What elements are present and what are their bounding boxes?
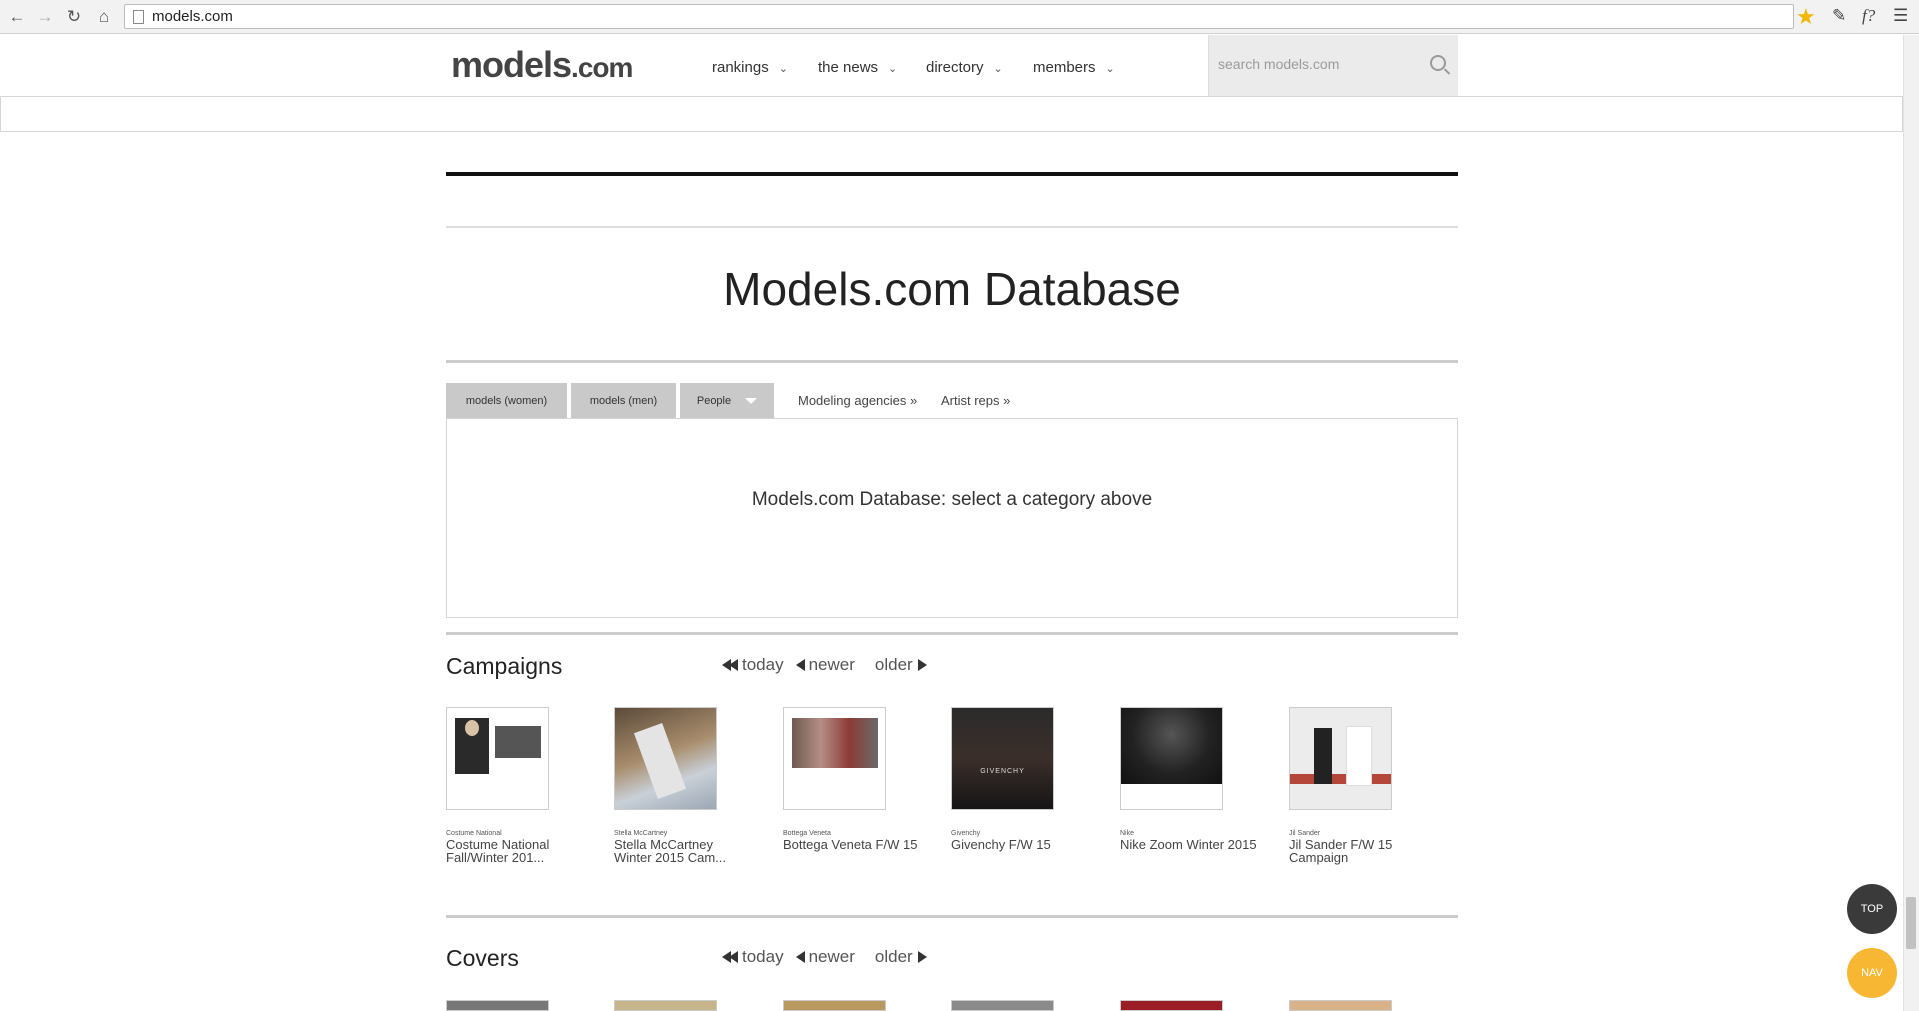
campaign-thumbnail[interactable] (1120, 707, 1223, 810)
pager-newer[interactable]: newer (795, 947, 855, 967)
covers-heading: Covers (446, 945, 519, 971)
campaign-title[interactable]: Costume National Fall/Winter 201... (446, 838, 586, 864)
campaign-brand: Nike (1120, 830, 1135, 837)
scrollbar-thumb[interactable] (1906, 897, 1916, 949)
pager-older[interactable]: older (875, 655, 927, 675)
home-icon[interactable]: ⌂ (93, 6, 115, 28)
menu-members[interactable]: members ⌄ (1033, 59, 1115, 76)
pager-older[interactable]: older (875, 947, 927, 967)
campaign-card[interactable]: Costume National Costume National Fall/W… (446, 707, 586, 864)
browser-toolbar: ← → ↻ ⌂ models.com ★ ✎ f? ☰ (0, 0, 1919, 34)
campaign-title[interactable]: Bottega Veneta F/W 15 (783, 838, 923, 851)
campaign-card[interactable]: GIVENCHY Givenchy Givenchy F/W 15 (951, 707, 1091, 851)
extension-icon[interactable]: ✎ (1832, 6, 1846, 26)
campaign-card[interactable]: Stella McCartney Stella McCartney Winter… (614, 707, 754, 864)
site-logo[interactable]: models.com (451, 44, 633, 86)
cover-thumbnail[interactable] (614, 1000, 717, 1011)
page-title: Models.com Database (723, 263, 1181, 315)
campaign-title[interactable]: Nike Zoom Winter 2015 (1120, 838, 1260, 851)
arrow-right-icon (917, 951, 927, 963)
search-input[interactable]: search models.com (1208, 35, 1458, 96)
chevron-down-icon: ⌄ (888, 63, 898, 75)
campaign-thumbnail[interactable] (1289, 707, 1392, 810)
divider (446, 632, 1458, 635)
campaign-brand: Givenchy (951, 830, 981, 837)
database-panel: Models.com Database: select a category a… (446, 418, 1458, 618)
campaign-title[interactable]: Jil Sander F/W 15 Campaign (1289, 838, 1429, 864)
nav-button[interactable]: NAV (1847, 948, 1897, 998)
link-artist-reps[interactable]: Artist reps » (941, 393, 1010, 408)
campaign-card[interactable]: Bottega Veneta Bottega Veneta F/W 15 (783, 707, 923, 851)
campaign-thumbnail[interactable] (446, 707, 549, 810)
campaign-card[interactable]: Nike Nike Zoom Winter 2015 (1120, 707, 1260, 851)
campaign-thumbnail[interactable] (783, 707, 886, 810)
campaign-brand: Bottega Veneta (783, 830, 831, 837)
campaign-brand: Jil Sander (1289, 830, 1321, 837)
menu-the-news[interactable]: the news ⌄ (818, 59, 897, 76)
divider (446, 226, 1458, 228)
cover-thumbnail[interactable] (783, 1000, 886, 1011)
menu-rankings[interactable]: rankings ⌄ (712, 59, 788, 76)
chevron-down-icon: ⌄ (1105, 63, 1115, 75)
campaign-thumbnail[interactable] (614, 707, 717, 810)
campaign-card[interactable]: Jil Sander Jil Sander F/W 15 Campaign (1289, 707, 1429, 864)
arrow-left-icon (795, 659, 805, 671)
back-to-top-button[interactable]: TOP (1847, 884, 1897, 934)
tab-people[interactable]: People (680, 383, 774, 419)
arrow-left-icon (795, 951, 805, 963)
cover-thumbnail[interactable] (951, 1000, 1054, 1011)
pager-newer[interactable]: newer (795, 655, 855, 675)
caret-down-icon (745, 398, 758, 404)
site-header: models.com rankings ⌄ the news ⌄ directory… (0, 35, 1903, 96)
arrow-right-icon (917, 659, 927, 671)
campaign-title[interactable]: Stella McCartney Winter 2015 Cam... (614, 838, 754, 864)
campaigns-pager: today newer older (722, 655, 927, 675)
menu-directory[interactable]: directory ⌄ (926, 59, 1003, 76)
divider (446, 172, 1458, 176)
covers-pager: today newer older (722, 947, 927, 967)
fonts-extension-icon[interactable]: f? (1862, 6, 1875, 26)
campaigns-heading: Campaigns (446, 653, 563, 679)
pager-today[interactable]: today (722, 655, 784, 675)
page-icon (133, 9, 144, 24)
link-modeling-agencies[interactable]: Modeling agencies » (798, 393, 917, 408)
reload-icon[interactable]: ↻ (63, 6, 85, 28)
chevron-down-icon: ⌄ (993, 63, 1003, 75)
campaign-brand: Stella McCartney (614, 830, 668, 837)
divider (446, 915, 1458, 918)
cover-thumbnail[interactable] (1289, 1000, 1392, 1011)
rewind-icon (729, 951, 738, 963)
cover-thumbnail[interactable] (446, 1000, 549, 1011)
ad-banner (0, 96, 1903, 132)
address-bar[interactable]: models.com (124, 4, 1794, 29)
database-message: Models.com Database: select a category a… (751, 489, 1153, 510)
campaign-title[interactable]: Givenchy F/W 15 (951, 838, 1091, 851)
tab-models-women[interactable]: models (women) (446, 383, 567, 419)
bookmark-star-icon[interactable]: ★ (1796, 4, 1816, 30)
search-placeholder: search models.com (1218, 56, 1340, 72)
back-icon[interactable]: ← (6, 6, 28, 28)
url-text: models.com (152, 8, 233, 25)
scrollbar[interactable] (1903, 35, 1919, 1011)
campaign-brand: Costume National (446, 830, 502, 837)
campaign-thumbnail[interactable]: GIVENCHY (951, 707, 1054, 810)
chevron-down-icon: ⌄ (778, 63, 788, 75)
pager-today[interactable]: today (722, 947, 784, 967)
menu-icon[interactable]: ☰ (1893, 6, 1908, 26)
forward-icon[interactable]: → (34, 6, 56, 28)
rewind-icon (729, 659, 738, 671)
divider (446, 360, 1458, 363)
search-icon[interactable] (1430, 55, 1446, 71)
cover-thumbnail[interactable] (1120, 1000, 1223, 1011)
tab-models-men[interactable]: models (men) (571, 383, 676, 419)
